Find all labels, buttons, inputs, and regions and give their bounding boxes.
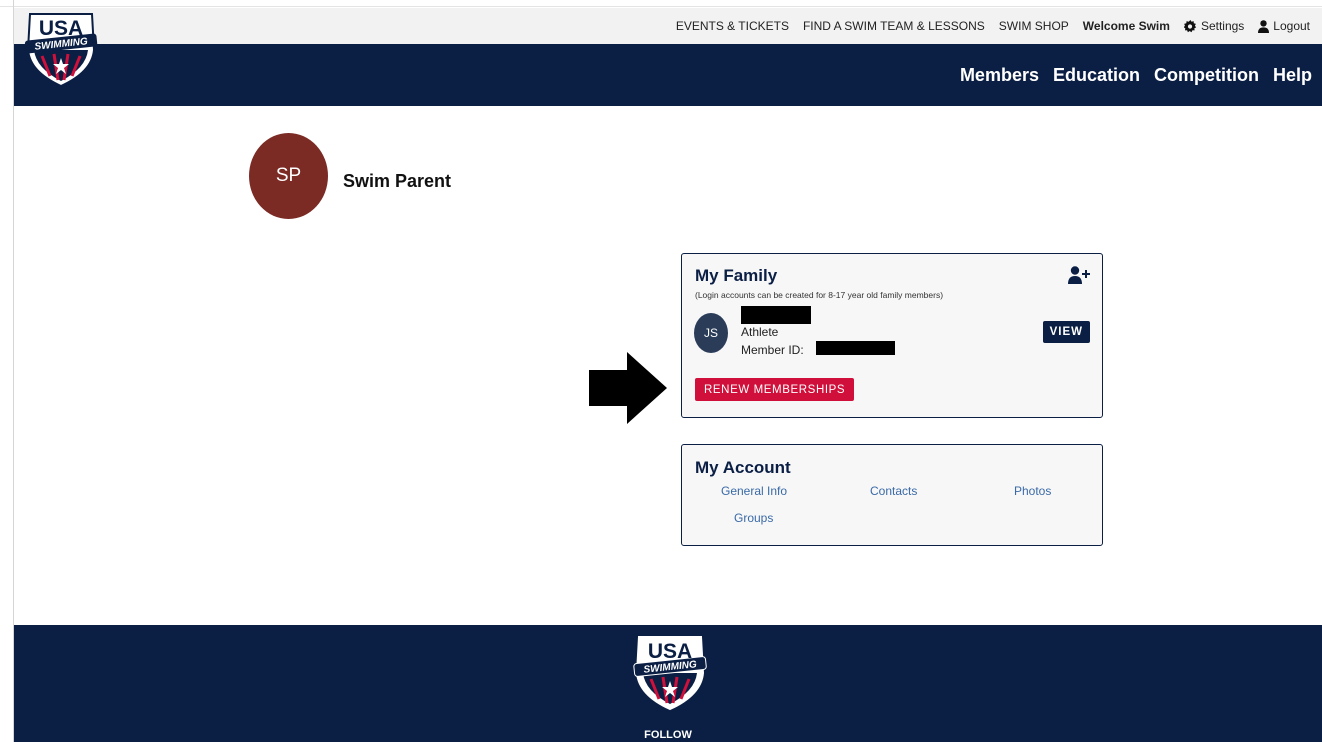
gear-icon	[1183, 19, 1197, 32]
contacts-link[interactable]: Contacts	[870, 484, 917, 498]
main-nav-links: Members Education Competition Help	[946, 44, 1312, 106]
logout-link[interactable]: Logout	[1258, 19, 1310, 33]
member-avatar: JS	[694, 313, 728, 353]
groups-link[interactable]: Groups	[734, 511, 773, 525]
profile-name: Swim Parent	[343, 171, 452, 191]
events-tickets-link[interactable]: EVENTS & TICKETS	[676, 19, 789, 33]
redacted-member-name	[741, 306, 811, 324]
settings-label: Settings	[1200, 19, 1245, 33]
footer: SWIMMING USA FOLLOW	[14, 625, 1322, 742]
welcome-user-link[interactable]: Welcome Swim	[1083, 19, 1170, 33]
add-user-icon[interactable]	[1068, 266, 1090, 284]
renew-memberships-button[interactable]: RENEW MEMBERSHIPS	[695, 378, 855, 401]
page-edge	[13, 0, 14, 742]
footer-logo-text-top: USA	[648, 640, 692, 663]
nav-help[interactable]: Help	[1273, 65, 1312, 86]
nav-education[interactable]: Education	[1053, 65, 1140, 86]
top-strip	[0, 0, 1322, 7]
my-family-title: My Family	[695, 266, 778, 285]
member-role: Athlete	[741, 325, 779, 339]
main-nav: Members Education Competition Help	[14, 44, 1322, 106]
settings-link[interactable]: Settings	[1183, 19, 1245, 33]
swim-shop-link[interactable]: SWIM SHOP	[999, 19, 1069, 33]
redacted-member-id	[816, 341, 895, 355]
usa-swimming-logo[interactable]: SWIMMING USA	[20, 10, 102, 88]
logout-label: Logout	[1273, 19, 1310, 33]
find-swim-team-link[interactable]: FIND A SWIM TEAM & LESSONS	[803, 19, 985, 33]
my-family-subtitle: (Login accounts can be created for 8-17 …	[695, 290, 944, 300]
follow-heading: FOLLOW	[644, 729, 692, 741]
utility-bar: EVENTS & TICKETS FIND A SWIM TEAM & LESS…	[14, 8, 1322, 44]
right-arrow-icon	[589, 352, 667, 424]
user-icon	[1258, 19, 1270, 33]
utility-links: EVENTS & TICKETS FIND A SWIM TEAM & LESS…	[662, 8, 1310, 44]
general-info-link[interactable]: General Info	[721, 484, 787, 498]
logo-text-top: USA	[39, 17, 83, 40]
profile-avatar: SP	[249, 133, 328, 219]
view-member-button[interactable]: VIEW	[1042, 321, 1090, 343]
footer-logo[interactable]: SWIMMING USA	[628, 633, 712, 711]
my-family-card: My Family (Login accounts can be created…	[681, 253, 1103, 418]
nav-competition[interactable]: Competition	[1154, 65, 1259, 86]
nav-members[interactable]: Members	[960, 65, 1039, 86]
my-account-title: My Account	[695, 458, 791, 477]
my-account-card: My Account General Info Contacts Photos …	[681, 444, 1103, 546]
member-id-label: Member ID:	[741, 343, 804, 357]
photos-link[interactable]: Photos	[1014, 484, 1051, 498]
